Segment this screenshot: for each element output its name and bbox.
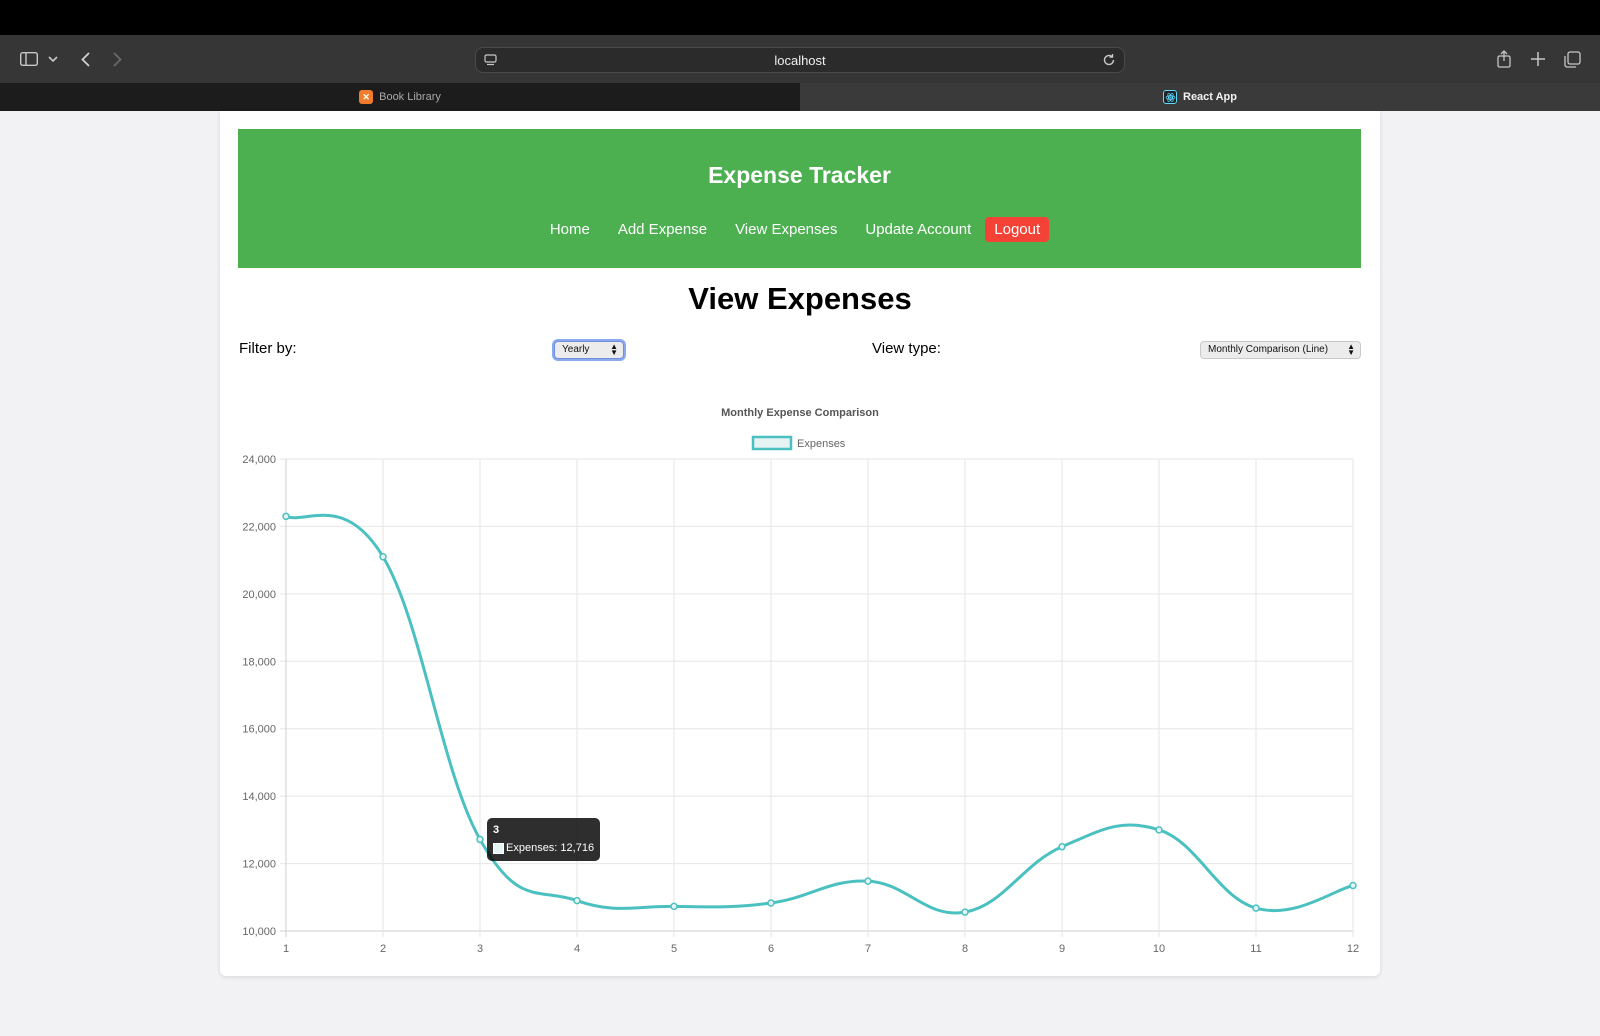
chart-grid: [280, 458, 1354, 937]
chart-tooltip: 3 Expenses: 12,716: [487, 818, 600, 861]
y-tick-label: 20,000: [242, 589, 276, 601]
x-tick-label: 2: [380, 943, 386, 955]
series-line-expenses: [285, 513, 1354, 915]
y-tick-label: 12,000: [242, 859, 276, 871]
data-point: [1349, 881, 1357, 890]
x-tick-label: 9: [1059, 943, 1065, 955]
data-point: [1058, 842, 1066, 851]
data-point: [379, 553, 387, 561]
data-point: [476, 835, 484, 844]
x-tick-label: 5: [671, 943, 677, 955]
chart-title: Monthly Expense Comparison: [721, 407, 879, 419]
x-tick-label: 3: [477, 943, 483, 955]
y-tick-label: 14,000: [242, 791, 276, 803]
x-tick-label: 12: [1347, 943, 1359, 955]
x-tick-label: 1: [283, 943, 289, 955]
data-point: [1252, 904, 1260, 912]
y-tick-label: 22,000: [242, 521, 276, 533]
chart-series: [282, 512, 1357, 916]
tooltip-body: Expenses: 12,716: [506, 842, 595, 854]
x-tick-label: 6: [768, 943, 774, 955]
x-tick-label: 10: [1153, 943, 1165, 955]
x-tick-label: 11: [1250, 943, 1261, 955]
chart-ticks: 10,000 12,000 14,000 16,000 18,000 20,000 22,0…: [242, 454, 1359, 955]
line-chart: Monthly Expense Comparison Expenses 10,0…: [242, 407, 1359, 955]
x-tick-label: 4: [574, 943, 580, 955]
y-tick-label: 10,000: [242, 926, 276, 938]
data-point: [282, 512, 290, 521]
y-tick-label: 16,000: [242, 724, 276, 736]
tooltip-title: 3: [493, 824, 500, 836]
data-point: [573, 896, 581, 905]
y-tick-label: 24,000: [242, 454, 276, 466]
x-tick-label: 7: [865, 943, 871, 955]
chart-legend[interactable]: Expenses: [751, 435, 846, 451]
data-point: [1155, 826, 1163, 834]
legend-label: Expenses: [797, 438, 846, 450]
data-point: [961, 908, 969, 916]
x-tick-label: 8: [962, 943, 968, 955]
data-point: [767, 899, 775, 907]
data-point: [864, 877, 872, 885]
legend-swatch: [751, 435, 793, 451]
y-tick-label: 18,000: [242, 656, 276, 668]
tooltip-swatch: [493, 843, 504, 854]
data-point: [670, 902, 678, 911]
